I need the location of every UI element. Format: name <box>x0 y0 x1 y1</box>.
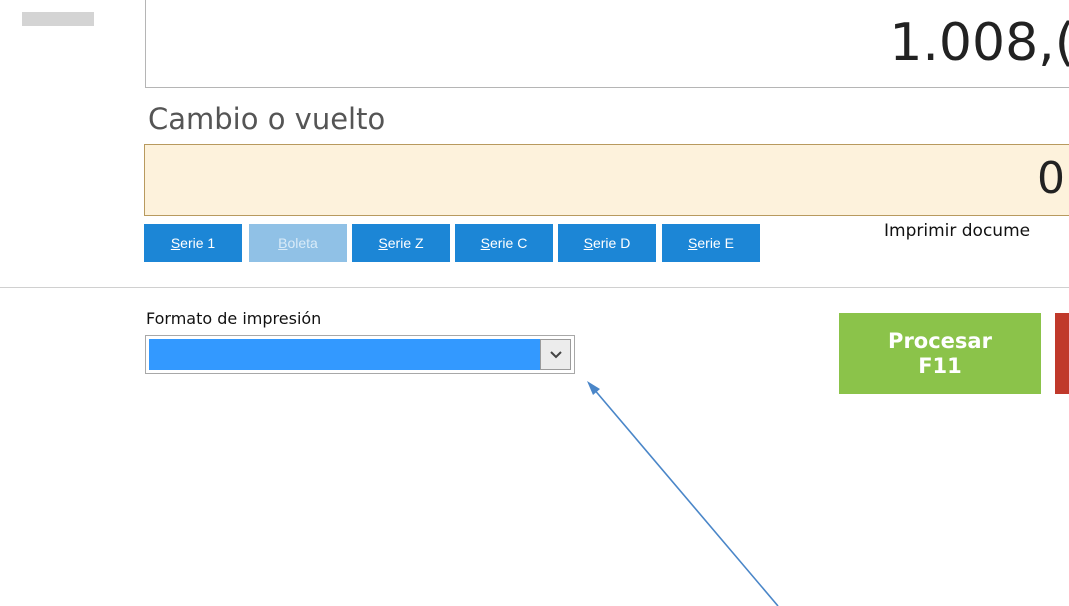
change-value: 0 <box>1037 153 1065 204</box>
boleta-label: Boleta <box>278 235 318 251</box>
format-select-value <box>149 339 540 370</box>
boleta-button[interactable]: Boleta <box>249 224 347 262</box>
print-document-label: Imprimir docume <box>884 221 1031 241</box>
serie-z-label: Serie Z <box>378 235 424 251</box>
total-display: 1.008,( <box>145 0 1069 88</box>
serie-d-button[interactable]: Serie D <box>558 224 656 262</box>
red-button[interactable] <box>1055 313 1069 394</box>
serie-c-label: Serie C <box>480 235 528 251</box>
divider <box>0 287 1069 288</box>
serie-1-label: Serie 1 <box>170 235 216 251</box>
serie-1-button[interactable]: Serie 1 <box>144 224 242 262</box>
serie-e-button[interactable]: Serie E <box>662 224 760 262</box>
process-button-label: Procesar <box>888 329 992 354</box>
process-button-shortcut: F11 <box>918 353 962 378</box>
serie-e-label: Serie E <box>688 235 734 251</box>
format-label: Formato de impresión <box>146 309 322 328</box>
gray-tab <box>22 12 94 26</box>
serie-z-button[interactable]: Serie Z <box>352 224 450 262</box>
process-button[interactable]: Procesar F11 <box>839 313 1041 394</box>
format-select[interactable] <box>145 335 575 374</box>
change-label: Cambio o vuelto <box>148 102 386 136</box>
change-display: 0 <box>144 144 1069 216</box>
dropdown-button[interactable] <box>540 339 571 370</box>
chevron-down-icon <box>549 350 562 358</box>
total-value: 1.008,( <box>889 13 1069 73</box>
serie-d-label: Serie D <box>583 235 631 251</box>
serie-c-button[interactable]: Serie C <box>455 224 553 262</box>
annotation-arrow <box>587 381 779 606</box>
